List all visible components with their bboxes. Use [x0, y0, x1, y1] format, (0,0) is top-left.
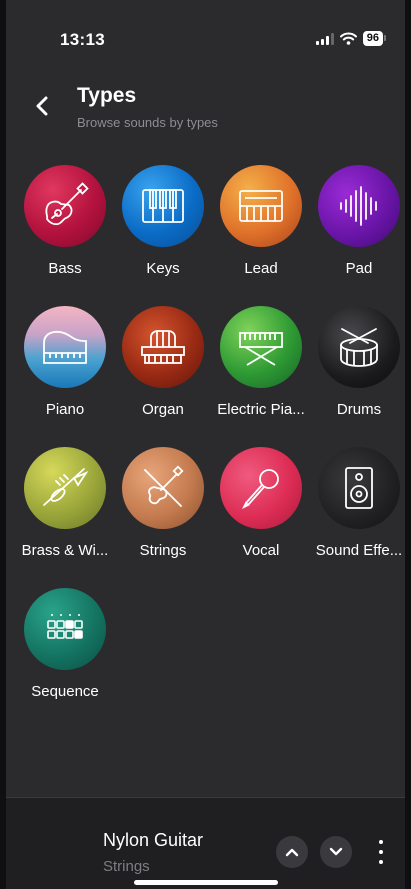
audio-waveform-icon — [29, 834, 83, 860]
type-circle — [220, 447, 302, 529]
type-tile-sound-effects[interactable]: Sound Effe... — [310, 447, 405, 577]
type-label: Electric Pia... — [217, 401, 305, 418]
signal-icon — [315, 32, 334, 45]
grand-piano-icon — [43, 330, 87, 364]
synth-icon — [239, 190, 283, 222]
trumpet-icon — [43, 468, 89, 506]
violin-icon — [144, 465, 184, 507]
chevron-down-icon — [329, 847, 343, 856]
status-bar: 13:13 96 — [6, 0, 405, 70]
page-header: Types Browse sounds by types — [6, 82, 405, 142]
drum-icon — [340, 328, 378, 367]
type-tile-brass[interactable]: Brass & Wi... — [16, 447, 114, 577]
type-tile-organ[interactable]: Organ — [114, 306, 212, 436]
type-tile-electric-piano[interactable]: Electric Pia... — [212, 306, 310, 436]
type-tile-keys[interactable]: Keys — [114, 165, 212, 295]
type-label: Piano — [45, 401, 85, 418]
type-circle — [24, 165, 106, 247]
type-circle — [220, 306, 302, 388]
type-label: Sound Effe... — [315, 542, 403, 559]
type-circle — [122, 447, 204, 529]
type-circle — [318, 447, 400, 529]
status-time: 13:13 — [60, 30, 105, 49]
back-button[interactable] — [30, 92, 54, 120]
type-label: Brass & Wi... — [21, 542, 109, 559]
wifi-icon — [339, 32, 357, 45]
keyboard-icon — [142, 189, 184, 223]
app-screen: 13:13 96 Types Browse sounds by types Ba… — [6, 0, 405, 889]
type-circle — [122, 306, 204, 388]
type-tile-piano[interactable]: Piano — [16, 306, 114, 436]
type-label: Sequence — [31, 683, 99, 700]
type-circle — [24, 588, 106, 670]
type-label: Keys — [146, 260, 180, 277]
type-label: Pad — [345, 260, 373, 277]
speaker-icon — [345, 467, 373, 509]
microphone-icon — [241, 469, 279, 510]
type-circle — [318, 165, 400, 247]
type-label: Strings — [139, 542, 187, 559]
type-tile-strings[interactable]: Strings — [114, 447, 212, 577]
type-circle — [122, 165, 204, 247]
waveform-icon — [340, 186, 377, 226]
chevron-up-icon — [285, 848, 299, 857]
type-tile-pad[interactable]: Pad — [310, 165, 405, 295]
sequencer-grid-icon — [47, 614, 83, 639]
more-dots-icon — [379, 840, 383, 844]
page-title: Types — [77, 84, 137, 107]
organ-icon — [141, 330, 185, 364]
guitar-icon — [45, 182, 89, 226]
type-tile-sequence[interactable]: Sequence — [16, 588, 114, 718]
mini-player[interactable]: Nylon Guitar Strings — [6, 798, 405, 889]
type-circle — [24, 306, 106, 388]
next-button[interactable] — [320, 836, 352, 868]
type-label: Drums — [336, 401, 382, 418]
home-indicator — [134, 880, 278, 885]
type-tile-bass[interactable]: Bass — [16, 165, 114, 295]
type-circle — [220, 165, 302, 247]
type-circle — [24, 447, 106, 529]
status-icons: 96 — [315, 31, 387, 46]
battery-icon: 96 — [362, 31, 387, 46]
previous-button[interactable] — [276, 836, 308, 868]
electric-piano-icon — [239, 332, 283, 366]
chevron-left-icon — [36, 96, 48, 116]
type-tile-lead[interactable]: Lead — [212, 165, 310, 295]
page-subtitle: Browse sounds by types — [77, 115, 218, 130]
type-tile-drums[interactable]: Drums — [310, 306, 405, 436]
now-playing-title: Nylon Guitar — [103, 830, 204, 850]
type-label: Vocal — [242, 542, 280, 559]
now-playing-subtitle: Strings — [103, 858, 150, 875]
type-label: Organ — [142, 401, 184, 418]
type-label: Bass — [48, 260, 82, 277]
type-circle — [318, 306, 400, 388]
type-label: Lead — [244, 260, 278, 277]
more-options-button[interactable] — [375, 840, 387, 864]
type-tile-vocal[interactable]: Vocal — [212, 447, 310, 577]
